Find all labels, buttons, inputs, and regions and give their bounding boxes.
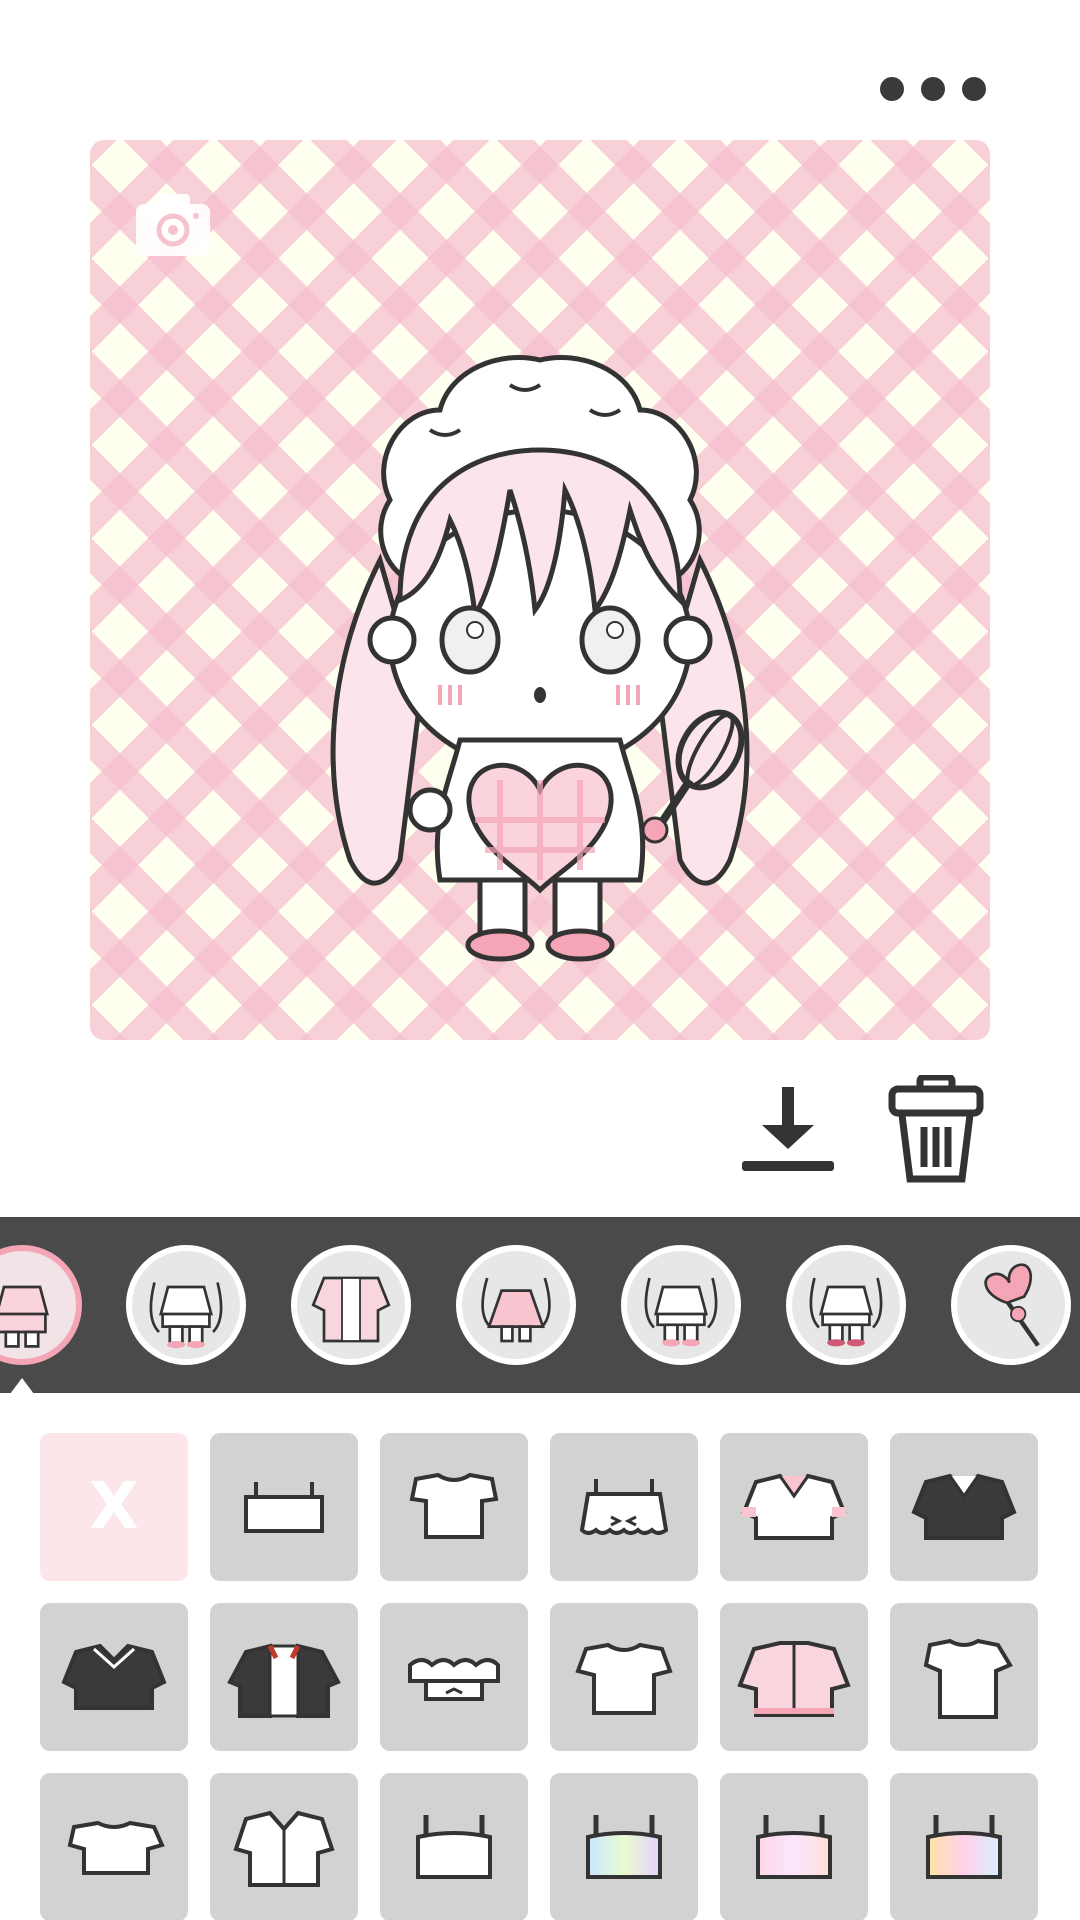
more-dot bbox=[880, 77, 904, 101]
category-pink-dress[interactable] bbox=[456, 1245, 576, 1365]
item-pink-zip-jacket[interactable] bbox=[720, 1603, 868, 1751]
category-outfit-2[interactable] bbox=[126, 1245, 246, 1365]
trash-icon[interactable] bbox=[888, 1075, 984, 1183]
character-canvas bbox=[90, 140, 990, 1040]
item-black-sailor-2[interactable] bbox=[40, 1603, 188, 1751]
item-holo-tank[interactable] bbox=[550, 1773, 698, 1920]
category-outfit-1[interactable] bbox=[0, 1245, 82, 1365]
item-white-tee[interactable] bbox=[550, 1603, 698, 1751]
item-white-tank[interactable] bbox=[380, 1773, 528, 1920]
category-outfit-6[interactable] bbox=[786, 1245, 906, 1365]
item-none[interactable]: X bbox=[40, 1433, 188, 1581]
remove-item-label: X bbox=[89, 1470, 139, 1544]
item-crop-cami[interactable] bbox=[210, 1433, 358, 1581]
items-grid: X bbox=[40, 1433, 1040, 1920]
item-off-shoulder[interactable] bbox=[380, 1603, 528, 1751]
download-icon[interactable] bbox=[740, 1085, 836, 1175]
more-options-button[interactable] bbox=[880, 72, 986, 106]
item-pastel-tank[interactable] bbox=[720, 1773, 868, 1920]
item-black-sailor[interactable] bbox=[890, 1433, 1038, 1581]
item-white-tee-2[interactable] bbox=[890, 1603, 1038, 1751]
item-crop-tee[interactable] bbox=[40, 1773, 188, 1920]
item-shirt[interactable] bbox=[210, 1773, 358, 1920]
category-outfit-5[interactable] bbox=[621, 1245, 741, 1365]
dress-up-screen: X bbox=[0, 0, 1080, 1920]
item-frill-cami[interactable] bbox=[550, 1433, 698, 1581]
category-pointer bbox=[10, 1378, 34, 1394]
more-dot bbox=[962, 77, 986, 101]
category-cardigan[interactable] bbox=[291, 1245, 411, 1365]
chibi-character bbox=[330, 354, 750, 962]
items-panel: X bbox=[0, 1393, 1080, 1920]
item-pink-sailor[interactable] bbox=[720, 1433, 868, 1581]
category-heart-wand[interactable] bbox=[951, 1245, 1071, 1365]
item-rainbow-tank[interactable] bbox=[890, 1773, 1038, 1920]
more-dot bbox=[921, 77, 945, 101]
camera-icon[interactable] bbox=[134, 192, 212, 258]
item-tee-crop[interactable] bbox=[380, 1433, 528, 1581]
category-bar bbox=[0, 1217, 1080, 1393]
item-open-jacket[interactable] bbox=[210, 1603, 358, 1751]
